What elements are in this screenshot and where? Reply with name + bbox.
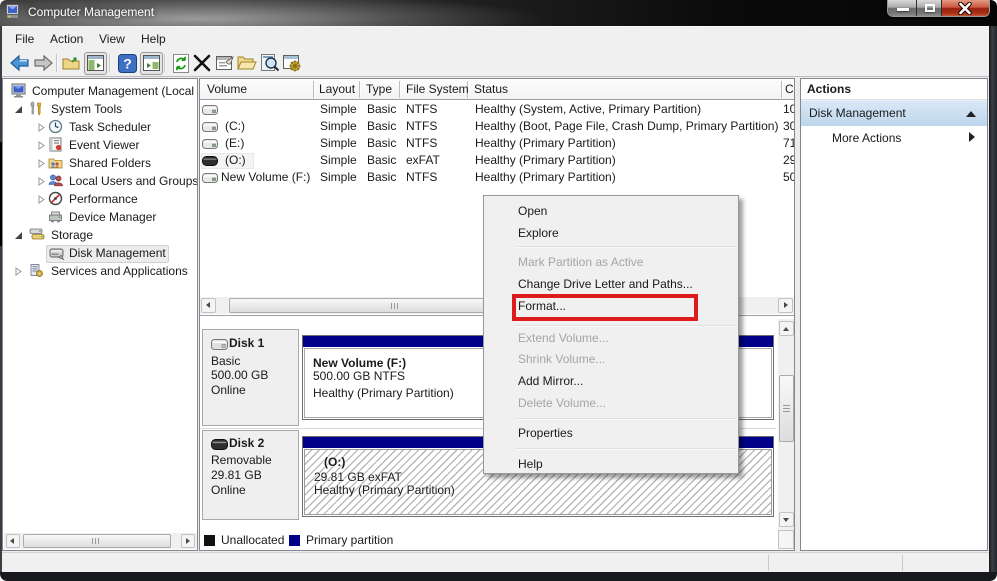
svg-text:?: ?	[123, 56, 132, 72]
